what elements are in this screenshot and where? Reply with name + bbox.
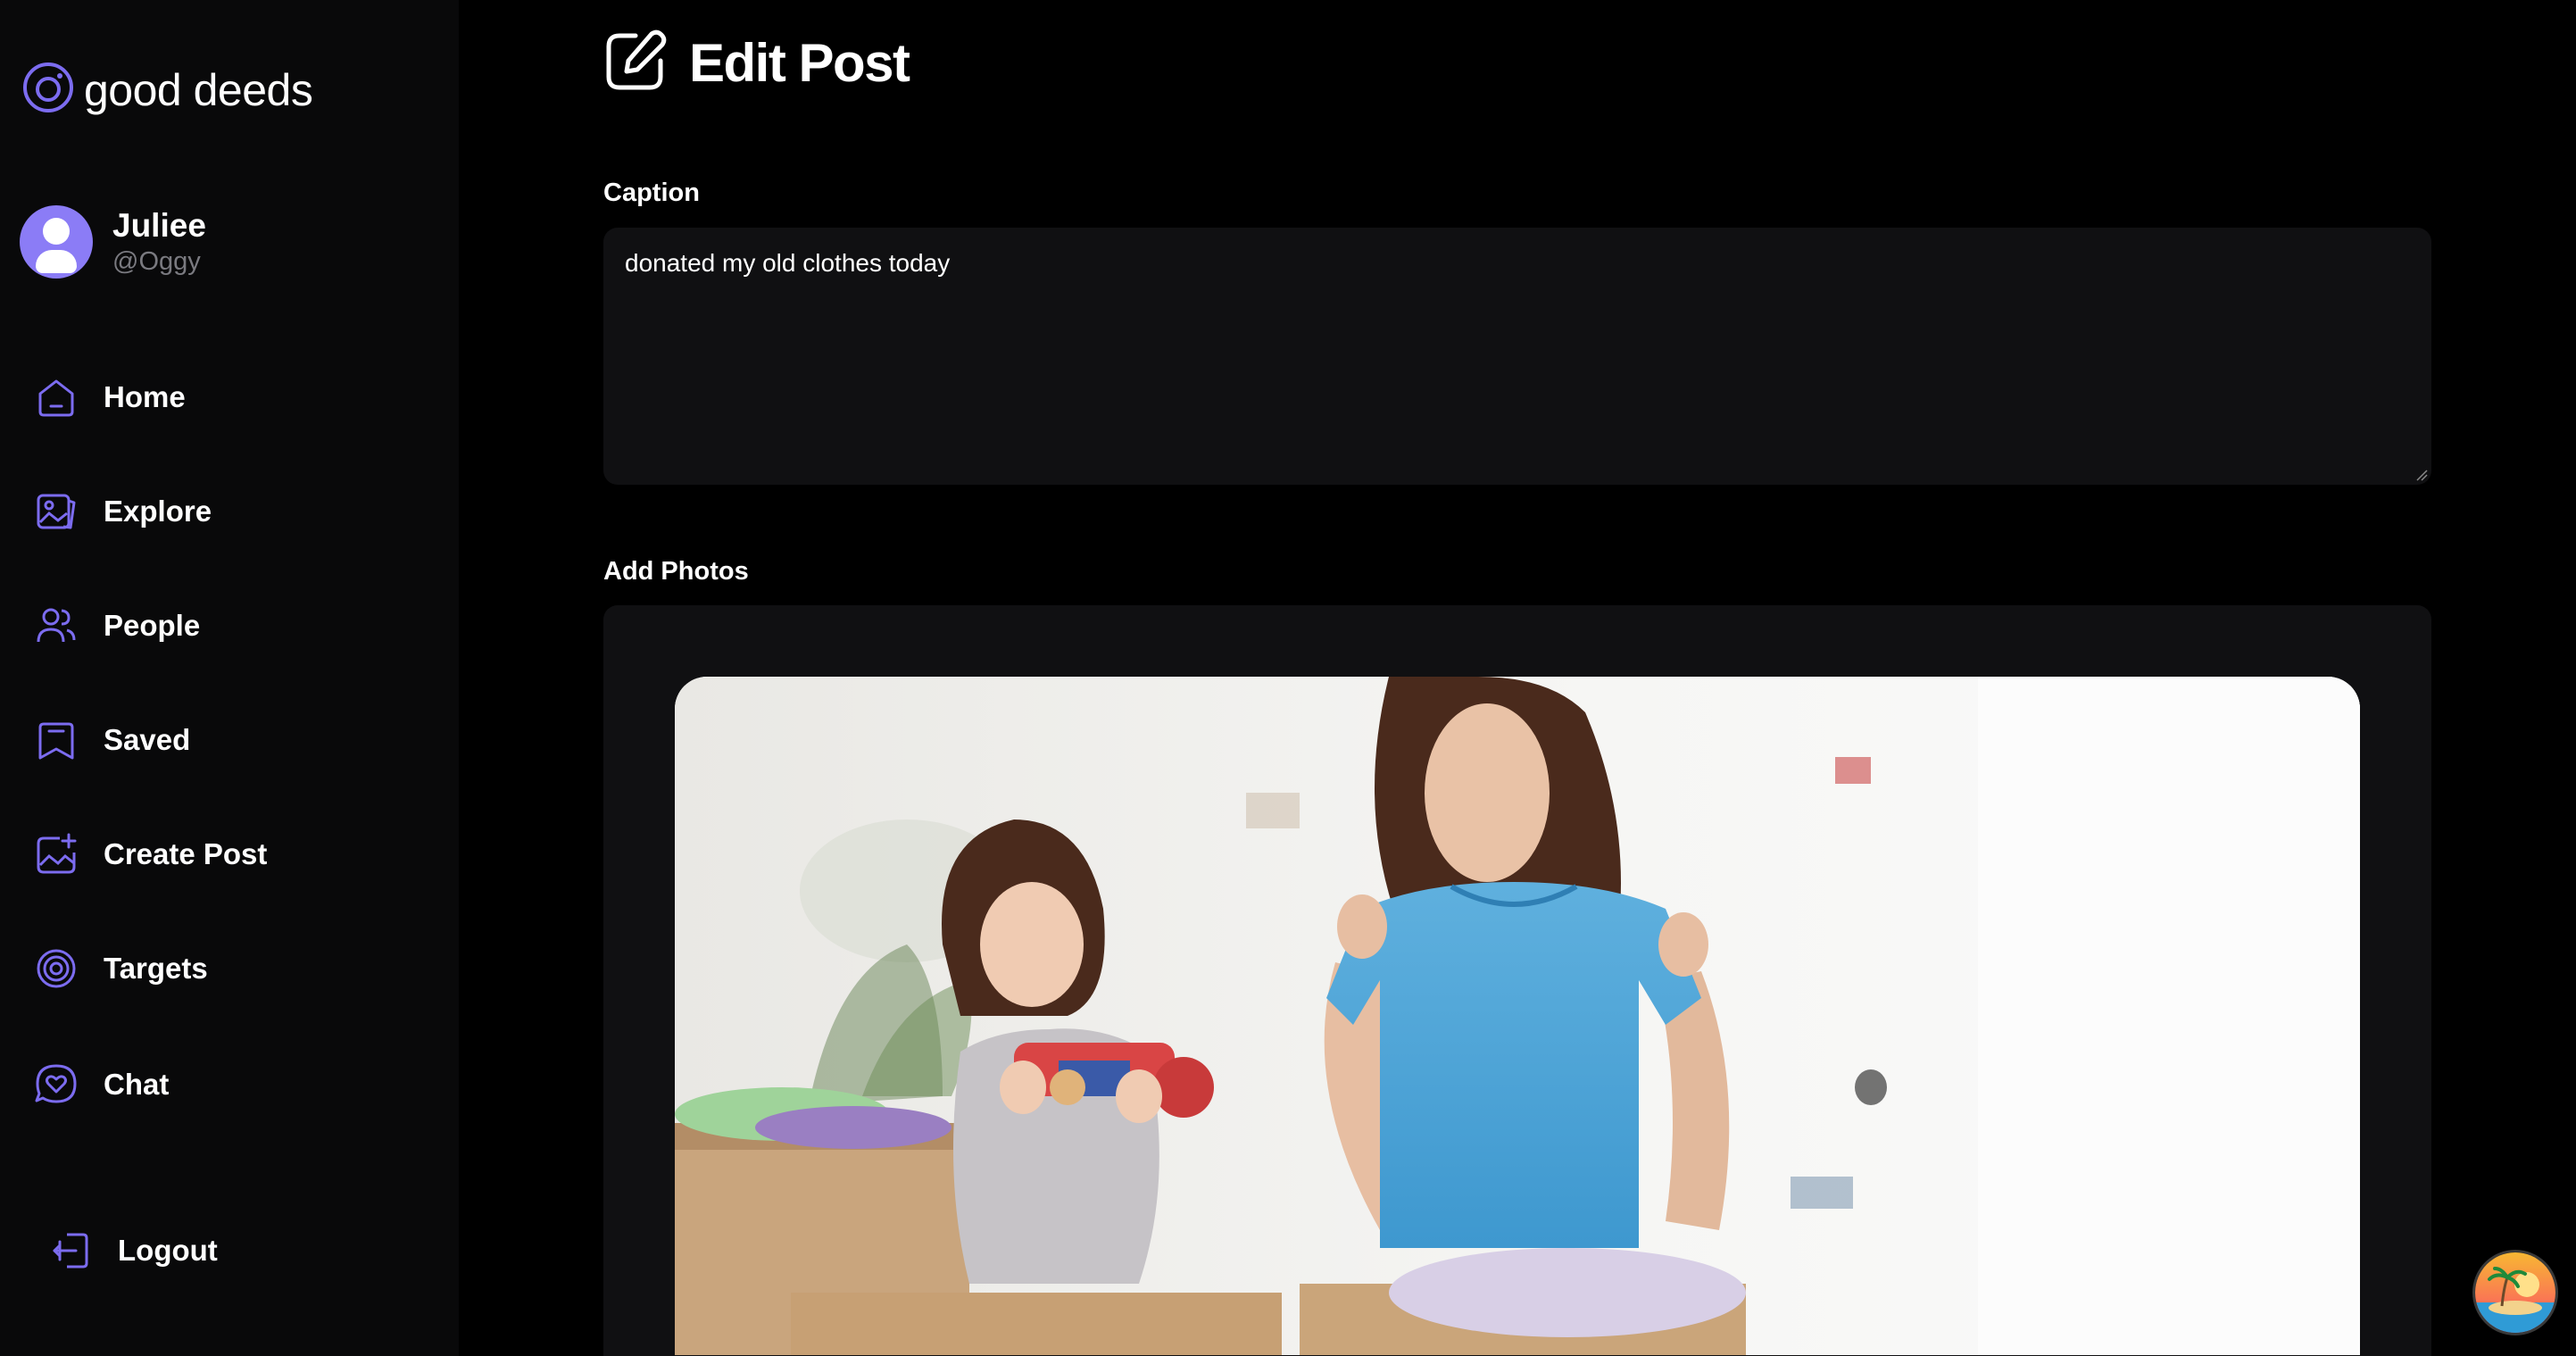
sidebar-item-label: Home (104, 380, 186, 413)
sidebar-item-explore[interactable]: Explore (34, 489, 212, 534)
gallery-icon (34, 489, 79, 534)
sidebar-item-create-post[interactable]: Create Post (34, 832, 267, 877)
beach-island-icon (2475, 1252, 2555, 1333)
sidebar-item-label: People (104, 609, 201, 642)
add-image-icon (34, 832, 79, 877)
caption-textarea[interactable]: donated my old clothes today (603, 228, 2431, 485)
sidebar: good deeds Juliee @Oggy Home Explore Peo… (0, 0, 459, 1356)
sidebar-item-label: Explore (104, 495, 212, 528)
caption-label: Caption (603, 179, 700, 207)
brand-name: good deeds (84, 64, 313, 115)
profile-card[interactable]: Juliee @Oggy (20, 205, 206, 279)
home-icon (34, 375, 79, 420)
sidebar-item-label: Logout (118, 1234, 218, 1267)
bookmark-icon (34, 718, 79, 762)
sidebar-item-label: Saved (104, 723, 191, 756)
sidebar-item-saved[interactable]: Saved (34, 718, 190, 762)
sidebar-item-targets[interactable]: Targets (34, 946, 208, 991)
brand-logo-link[interactable]: good deeds (21, 61, 313, 119)
page-scrollbar[interactable] (2567, 0, 2576, 1356)
page-title: Edit Post (689, 33, 910, 93)
chat-heart-icon (34, 1062, 79, 1107)
logout-icon (48, 1228, 93, 1273)
avatar (20, 205, 93, 279)
main-content: Edit Post Caption donated my old clothes… (459, 0, 2576, 1356)
add-photos-label: Add Photos (603, 557, 749, 586)
caption-text: donated my old clothes today (625, 249, 951, 277)
resize-handle-icon[interactable] (2415, 469, 2428, 481)
uploaded-photo (675, 677, 2360, 1355)
sidebar-item-label: Targets (104, 952, 208, 985)
sidebar-item-chat[interactable]: Chat (34, 1062, 169, 1107)
sidebar-item-label: Chat (104, 1068, 170, 1101)
page-header: Edit Post (603, 29, 910, 97)
brand-camera-icon (21, 61, 75, 119)
people-icon (34, 603, 79, 648)
sidebar-item-people[interactable]: People (34, 603, 200, 648)
target-icon (34, 946, 79, 991)
logout-button[interactable]: Logout (48, 1228, 218, 1273)
sidebar-item-home[interactable]: Home (34, 375, 186, 420)
profile-name: Juliee (112, 207, 206, 244)
floating-assistant-button[interactable] (2472, 1250, 2558, 1335)
app-root: good deeds Juliee @Oggy Home Explore Peo… (0, 0, 2576, 1356)
profile-handle: @Oggy (112, 247, 201, 276)
sidebar-item-label: Create Post (104, 837, 268, 870)
photo-upload-area[interactable] (603, 605, 2431, 1356)
edit-icon (603, 29, 668, 97)
